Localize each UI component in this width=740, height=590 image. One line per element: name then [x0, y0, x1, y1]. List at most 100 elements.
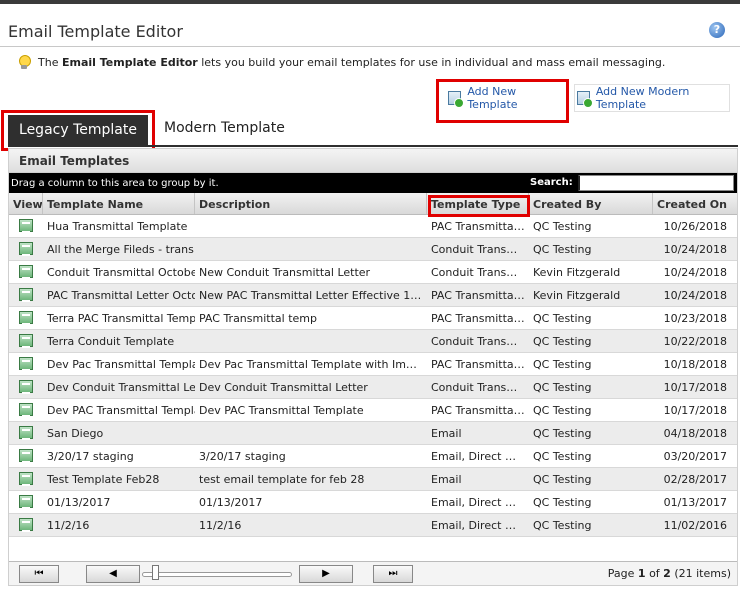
column-header-template-name[interactable]: Template Name	[43, 193, 195, 214]
table-row[interactable]: test vk 9/28/2016 stagingtestEmail, Dire…	[9, 537, 737, 538]
view-template-icon[interactable]	[19, 288, 33, 302]
view-template-icon[interactable]	[19, 311, 33, 325]
table-row[interactable]: 11/2/16 11/2/16 Email, Direct Mail QC Testi…	[9, 514, 737, 537]
pager: ⏮ ◀ ▶ ⏭ Page 1 of 2 (21 items)	[9, 561, 737, 585]
column-header-created-on[interactable]: Created On	[653, 193, 737, 214]
table-row[interactable]: Dev PAC Transmittal Template Dev PAC Tran…	[9, 399, 737, 422]
prev-page-button[interactable]: ◀	[86, 565, 140, 583]
cell-template-name: test vk 9/28/2016 staging	[43, 537, 195, 538]
table-row[interactable]: Terra PAC Transmittal Template PAC Transm…	[9, 307, 737, 330]
view-template-icon[interactable]	[19, 265, 33, 279]
view-template-icon[interactable]	[19, 518, 33, 532]
cell-created-on: 01/13/2017	[663, 496, 727, 509]
search-input[interactable]	[578, 175, 734, 191]
view-template-icon[interactable]	[19, 334, 33, 348]
first-page-button[interactable]: ⏮	[19, 565, 59, 583]
view-template-icon[interactable]	[19, 426, 33, 440]
cell-view	[9, 261, 43, 283]
cell-view	[9, 376, 43, 398]
add-new-modern-template-button[interactable]: Add New Modern Template	[574, 84, 730, 112]
cell-created-on: 10/23/2018	[663, 312, 727, 325]
view-template-icon[interactable]	[19, 357, 33, 371]
group-by-bar[interactable]: Drag a column to this area to group by i…	[9, 173, 737, 193]
cell-created-by: QC Testing	[533, 404, 592, 417]
cell-created-on: 10/17/2018	[663, 404, 727, 417]
table-row[interactable]: Terra Conduit Template Conduit Transmitta…	[9, 330, 737, 353]
view-template-icon[interactable]	[19, 380, 33, 394]
cell-description: test email template for feb 28	[199, 473, 365, 486]
tab-legacy-template[interactable]: Legacy Template	[8, 115, 148, 145]
page-slider-thumb[interactable]	[152, 565, 159, 580]
cell-view	[9, 514, 43, 536]
cell-description: test	[195, 537, 427, 538]
cell-view	[9, 399, 43, 421]
view-template-icon[interactable]	[19, 219, 33, 233]
cell-created-by: QC Testing	[533, 427, 592, 440]
cell-template-type: Email, Direct Mail	[431, 450, 528, 463]
cell-created-by: QC Testing	[533, 220, 592, 233]
column-header-template-type[interactable]: Template Type	[427, 193, 529, 214]
tab-modern-template[interactable]: Modern Template	[164, 120, 285, 136]
next-page-button[interactable]: ▶	[299, 565, 353, 583]
view-template-icon[interactable]	[19, 495, 33, 509]
cell-template-name: Dev PAC Transmittal Template	[47, 404, 195, 417]
table-row[interactable]: Dev Conduit Transmittal Letter Dev Condui…	[9, 376, 737, 399]
page-title: Email Template Editor	[8, 22, 183, 41]
cell-description: Dev Conduit Transmittal Letter	[199, 381, 368, 394]
cell-created-by: QC Testing	[533, 381, 592, 394]
cell-created-on: 10/26/2018	[663, 220, 727, 233]
cell-description: 3/20/17 staging	[199, 450, 286, 463]
cell-view	[9, 284, 43, 306]
cell-created-by: QC Testing	[533, 519, 592, 532]
cell-template-type: Conduit Transmittal Letter	[431, 266, 529, 279]
cell-template-name: Hua Transmittal Template	[47, 220, 188, 233]
info-message: The Email Template Editor lets you build…	[18, 55, 665, 69]
cell-description: Dev Pac Transmittal Template with Images	[199, 358, 427, 371]
page-of: of	[649, 567, 660, 580]
view-template-icon[interactable]	[19, 472, 33, 486]
page-current: 1	[637, 567, 646, 580]
cell-template-name: Conduit Transmittal October	[47, 266, 195, 279]
cell-created-on: 04/18/2018	[663, 427, 727, 440]
top-strip	[0, 0, 740, 4]
cell-created-by: Kevin Fitzgerald	[533, 289, 621, 302]
grid-title: Email Templates	[9, 149, 737, 173]
cell-view	[9, 307, 43, 329]
search-label: Search:	[530, 177, 573, 188]
view-template-icon[interactable]	[19, 449, 33, 463]
add-new-template-button[interactable]: Add New Template	[444, 84, 564, 112]
cell-description	[195, 330, 427, 352]
cell-created-by: QC Testing	[533, 450, 592, 463]
cell-view	[9, 353, 43, 375]
last-page-button[interactable]: ⏭	[373, 565, 413, 583]
column-header-created-by[interactable]: Created By	[529, 193, 653, 214]
cell-template-type: Email, Direct Mail	[431, 496, 528, 509]
cell-description	[195, 238, 427, 260]
table-row[interactable]: 01/13/2017 01/13/2017 Email, Direct Mail QC…	[9, 491, 737, 514]
column-header-view[interactable]: View	[9, 193, 43, 214]
view-template-icon[interactable]	[19, 242, 33, 256]
cell-template-type: Conduit Transmittal Letter	[431, 243, 529, 256]
cell-created-on: 10/24/2018	[663, 266, 727, 279]
view-template-icon[interactable]	[19, 403, 33, 417]
lightbulb-icon	[18, 55, 31, 69]
table-row[interactable]: Conduit Transmittal October New Conduit T…	[9, 261, 737, 284]
table-row[interactable]: All the Merge Fileds - trans Conduit Tran…	[9, 238, 737, 261]
cell-created-on: 10/24/2018	[663, 289, 727, 302]
table-row[interactable]: San Diego Email QC Testing 04/18/2018	[9, 422, 737, 445]
add-new-modern-template-label: Add New Modern Template	[595, 85, 690, 111]
table-row[interactable]: PAC Transmittal Letter October New PAC Tr…	[9, 284, 737, 307]
table-row[interactable]: Hua Transmittal Template PAC Transmittal …	[9, 215, 737, 238]
cell-template-type: Conduit Transmittal Letter	[431, 335, 529, 348]
help-icon[interactable]: ?	[709, 22, 725, 38]
table-row[interactable]: Test Template Feb28 test email template f…	[9, 468, 737, 491]
cell-view	[9, 422, 43, 444]
cell-description: 11/2/16	[199, 519, 242, 532]
cell-template-name: PAC Transmittal Letter October	[47, 289, 195, 302]
cell-template-name: Test Template Feb28	[47, 473, 160, 486]
table-row[interactable]: Dev Pac Transmittal Template Dev Pac Tran…	[9, 353, 737, 376]
page-slider-track[interactable]	[142, 572, 292, 577]
column-header-description[interactable]: Description	[195, 193, 427, 214]
table-row[interactable]: 3/20/17 staging 3/20/17 staging Email, Dir…	[9, 445, 737, 468]
cell-view	[9, 330, 43, 352]
